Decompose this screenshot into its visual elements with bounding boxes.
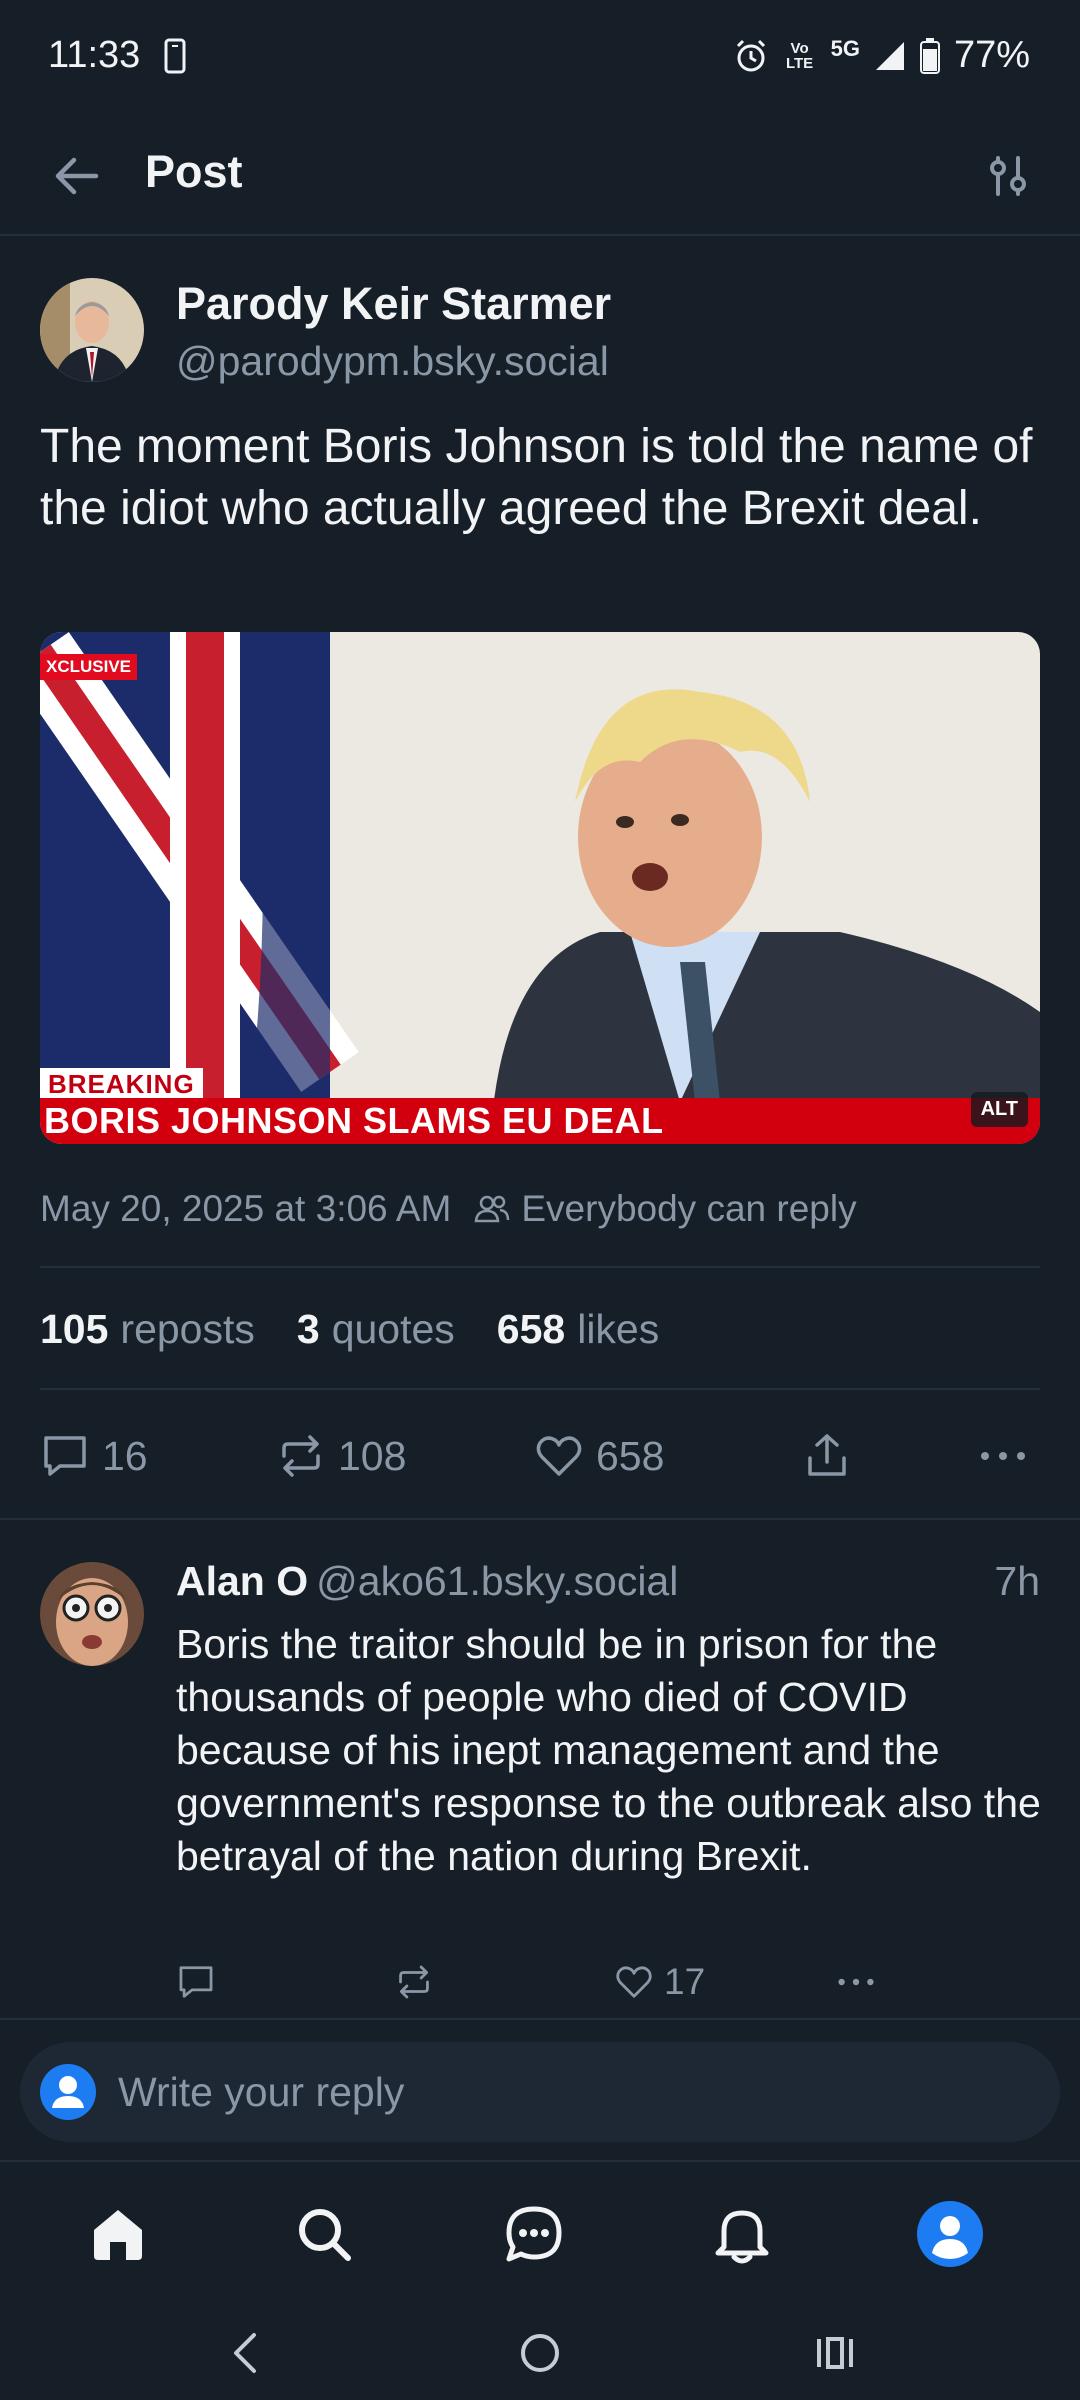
reply-like-count: 17 [664,1961,706,2002]
likes-stat[interactable]: 658 likes [497,1306,659,1353]
arrow-left-icon [55,157,99,195]
comment-icon [179,1966,213,1998]
author-handle[interactable]: @parodypm.bsky.social [176,338,609,385]
volte-indicator: Vo LTE [785,39,814,72]
signal-icon [874,40,906,72]
union-flag [40,632,359,1102]
battery-icon [919,37,940,74]
quotes-stat[interactable]: 3 quotes [297,1306,455,1353]
status-indicators: Vo LTE 5G 77% [733,34,1030,77]
news-breaking-label: BREAKING [40,1068,203,1101]
nav-notifications[interactable] [702,2194,782,2274]
reply-like-button[interactable]: 17 [614,1952,705,2012]
sliders-icon [990,156,1026,196]
reply-placeholder: Write your reply [118,2068,405,2115]
ellipsis-icon [981,1452,1025,1460]
top-header: Post [0,118,1080,236]
reply-author-name[interactable]: Alan O [176,1558,308,1604]
phone-icon [164,38,186,74]
recents-icon [817,2337,853,2369]
reply-actions: 17 [176,1952,1036,2012]
reply-author-handle[interactable]: @ako61.bsky.social [316,1558,678,1604]
bottom-navigation [0,2164,1080,2294]
post-meta: May 20, 2025 at 3:06 AM Everybody can re… [40,1188,857,1230]
reply-repost-button[interactable] [394,1952,434,2012]
reply-text: Boris the traitor should be in prison fo… [176,1621,1041,1879]
system-back-button[interactable] [210,2318,280,2388]
post-image[interactable]: XCLUSIVE BREAKING BORIS JOHNSON SLAMS EU… [40,632,1040,1144]
share-icon [808,1434,846,1476]
nav-profile[interactable] [910,2194,990,2274]
author-name[interactable]: Parody Keir Starmer [176,278,611,330]
divider [40,1388,1040,1390]
post-actions: 16 108 658 [40,1420,1040,1492]
comment-icon [44,1436,86,1476]
chevron-left-icon [234,2333,256,2373]
home-icon [94,2210,142,2260]
reply-more-button[interactable] [834,1952,878,2012]
like-count: 658 [596,1432,665,1479]
network-5g-label: 5G [830,35,860,61]
post-timestamp: May 20, 2025 at 3:06 AM [40,1188,452,1229]
repost-count: 108 [338,1432,407,1479]
system-navigation [0,2300,1080,2400]
status-bar: 11:33 Vo LTE 5G 77% [0,0,1080,118]
system-home-button[interactable] [505,2318,575,2388]
reposts-stat[interactable]: 105 reposts [40,1306,255,1353]
nav-search[interactable] [284,2194,364,2274]
post-stats: 105 reposts 3 quotes 658 likes [40,1306,659,1353]
post-text: The moment Boris Johnson is told the nam… [40,420,1033,535]
circle-home-icon [521,2334,559,2372]
repost-icon [399,1965,429,1999]
back-button[interactable] [40,148,112,204]
author-avatar[interactable] [40,278,144,382]
like-button[interactable]: 658 [534,1420,664,1492]
divider [0,1518,1080,1520]
more-options-button[interactable] [978,1420,1028,1492]
people-icon [473,1193,511,1225]
nav-home[interactable] [78,2194,158,2274]
chat-icon [506,2206,562,2262]
heart-icon [616,1966,652,1998]
share-button[interactable] [802,1420,852,1492]
reply-setting[interactable]: Everybody can reply [521,1188,856,1230]
reply-count: 16 [102,1432,148,1479]
bell-icon [715,2210,769,2264]
alt-text-badge[interactable]: ALT [970,1092,1028,1127]
reply-reply-button[interactable] [176,1952,216,2012]
reply-input[interactable]: Write your reply [20,2042,1060,2142]
reply-button[interactable]: 16 [40,1420,148,1492]
ellipsis-icon [838,1978,874,1986]
status-time: 11:33 [48,34,141,76]
heart-icon [536,1436,582,1476]
reply-time: 7h [994,1558,1040,1604]
search-icon [299,2209,351,2261]
reply-composer-bar: Write your reply [0,2018,1080,2162]
system-recents-button[interactable] [800,2318,870,2388]
reply-author-avatar[interactable] [40,1562,144,1666]
repost-button[interactable]: 108 [276,1420,406,1492]
news-headline: BORIS JOHNSON SLAMS EU DEAL [44,1100,664,1141]
thread-settings-button[interactable] [972,146,1044,206]
divider [40,1266,1040,1268]
nav-chat[interactable] [494,2194,574,2274]
page-title: Post [145,146,243,197]
reply-header: Alan O @ako61.bsky.social [176,1558,678,1605]
battery-percent: 77% [953,34,1030,76]
news-exclusive-label: XCLUSIVE [40,654,138,680]
alarm-icon [733,38,769,74]
profile-icon [917,2201,983,2267]
user-avatar [40,2064,96,2120]
repost-icon [282,1435,320,1477]
